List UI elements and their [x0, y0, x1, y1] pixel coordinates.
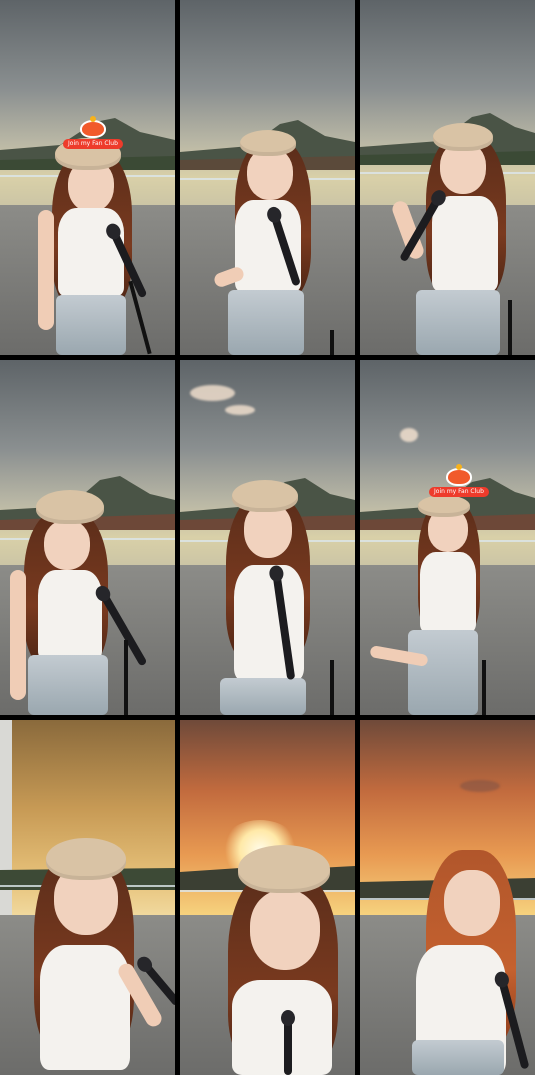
video-frame-6: Join my Fan Club [360, 360, 535, 715]
fan-club-badge[interactable]: Join my Fan Club [63, 116, 123, 149]
video-frame-4 [0, 360, 175, 715]
denim-skirt [416, 290, 500, 355]
white-top [232, 980, 332, 1075]
denim-skirt [28, 655, 108, 715]
denim-skirt [220, 678, 306, 715]
cloud [460, 780, 500, 792]
mic-stand [508, 300, 512, 355]
white-top [40, 945, 130, 1070]
face [250, 890, 320, 970]
beret-hat [238, 845, 330, 893]
cloud [225, 405, 255, 415]
beret-hat [232, 480, 298, 512]
fan-club-badge[interactable]: Join my Fan Club [429, 464, 489, 497]
video-frame-8 [180, 720, 355, 1075]
mic-stand [330, 660, 334, 715]
video-frame-7 [0, 720, 175, 1075]
white-top [234, 565, 304, 680]
beret-hat [240, 130, 296, 156]
cloud [400, 428, 418, 442]
arm [38, 210, 54, 330]
white-top [420, 552, 476, 632]
denim-skirt [228, 290, 304, 355]
white-top [432, 196, 498, 291]
video-frame-5 [180, 360, 355, 715]
video-frame-3 [360, 0, 535, 355]
video-frame-collage: Join my Fan Club Join my Fan Club [0, 0, 535, 1075]
cloud [190, 385, 235, 401]
arm [10, 570, 26, 700]
fan-club-label: Join my Fan Club [429, 487, 489, 497]
mic-stand [124, 640, 128, 715]
denim-skirt [412, 1040, 504, 1075]
fan-club-mascot-icon [79, 116, 106, 138]
denim-skirt [408, 630, 478, 715]
beret-hat [433, 123, 493, 151]
white-top [38, 570, 102, 660]
beret-hat [46, 838, 126, 880]
mic-stand [330, 330, 334, 355]
beret-hat [418, 495, 470, 517]
face [44, 520, 90, 570]
microphone [281, 1010, 295, 1075]
video-frame-2 [180, 0, 355, 355]
mic-stand [482, 660, 486, 715]
beret-hat [36, 490, 104, 524]
video-frame-9 [360, 720, 535, 1075]
white-top [58, 208, 124, 296]
denim-skirt [56, 295, 126, 355]
fan-club-mascot-icon [445, 464, 472, 486]
video-frame-1: Join my Fan Club [0, 0, 175, 355]
fan-club-label: Join my Fan Club [63, 139, 123, 149]
face [444, 870, 500, 936]
